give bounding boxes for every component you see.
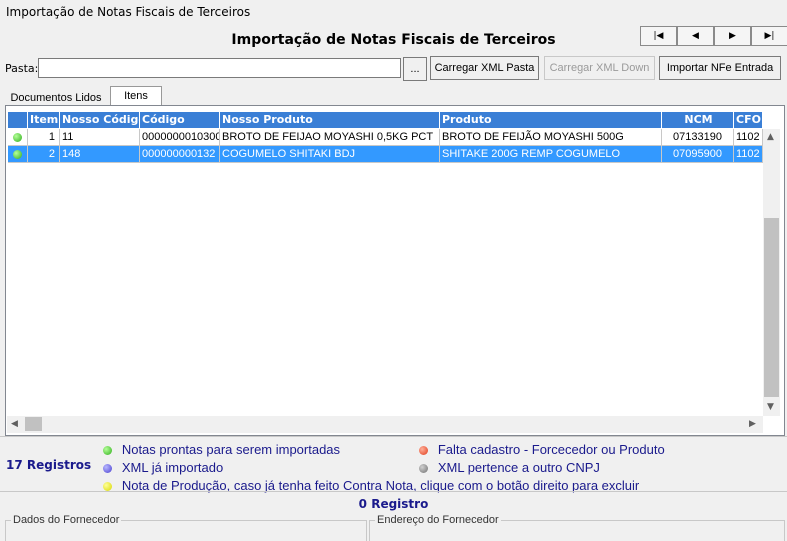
- header-status: [8, 112, 28, 128]
- legend-item: XML já importado: [103, 460, 223, 475]
- table-cell[interactable]: 07133190: [662, 129, 734, 146]
- legend-text: XML já importado: [121, 460, 224, 475]
- divider: [0, 436, 787, 437]
- scroll-right-icon[interactable]: ▶: [749, 417, 756, 431]
- green-dot-icon: [103, 446, 112, 455]
- row-status-cell: [8, 129, 28, 146]
- table-cell[interactable]: 148: [60, 146, 140, 163]
- legend-text: Falta cadastro - Forcecedor ou Produto: [437, 442, 665, 457]
- vertical-scroll-thumb[interactable]: [764, 218, 779, 397]
- table-cell[interactable]: 00000000103000: [140, 129, 220, 146]
- header-ncm[interactable]: NCM: [662, 112, 734, 128]
- header-codigo[interactable]: Código: [140, 112, 220, 128]
- table-cell[interactable]: 1102: [734, 129, 763, 146]
- row-status-cell: [8, 146, 28, 163]
- window-title: Importação de Notas Fiscais de Terceiros: [6, 5, 251, 19]
- legend-item: Notas prontas para serem importadas: [103, 442, 340, 457]
- status-green-icon: [13, 132, 22, 142]
- scroll-left-icon[interactable]: ◀: [11, 417, 18, 431]
- pasta-input[interactable]: [38, 58, 401, 78]
- table-cell[interactable]: 1: [28, 129, 60, 146]
- table-cell[interactable]: COGUMELO SHITAKI BDJ: [220, 146, 440, 163]
- horizontal-scroll-thumb[interactable]: [25, 417, 42, 431]
- header-produto[interactable]: Produto: [440, 112, 662, 128]
- legend-item: Falta cadastro - Forcecedor ou Produto: [419, 442, 665, 457]
- red-dot-icon: [419, 446, 428, 455]
- last-record-button[interactable]: ▶|: [751, 26, 787, 46]
- table-cell[interactable]: 07095900: [662, 146, 734, 163]
- browse-folder-button[interactable]: ...: [403, 57, 427, 81]
- table-cell[interactable]: 1102: [734, 146, 763, 163]
- table-cell[interactable]: 2: [28, 146, 60, 163]
- legend-item: XML pertence a outro CNPJ: [419, 460, 600, 475]
- tab-itens[interactable]: Itens: [110, 86, 162, 107]
- next-record-button[interactable]: ▶: [714, 26, 751, 46]
- registro-count: 0 Registro: [358, 497, 429, 511]
- table-cell[interactable]: BROTO DE FEIJAO MOYASHI 0,5KG PCT: [220, 129, 440, 146]
- header-cfop[interactable]: CFOP: [734, 112, 763, 128]
- blue-dot-icon: [103, 464, 112, 473]
- header-nosso-codigo[interactable]: Nosso Código: [60, 112, 140, 128]
- yellow-dot-icon: [103, 482, 112, 491]
- fornecedor-group-label: Dados do Fornecedor: [11, 514, 122, 526]
- status-green-icon: [13, 149, 22, 159]
- importar-nfe-entrada-button[interactable]: Importar NFe Entrada: [659, 56, 781, 80]
- legend-text: Notas prontas para serem importadas: [121, 442, 341, 457]
- table-cell[interactable]: 000000000132: [140, 146, 220, 163]
- horizontal-scrollbar[interactable]: [7, 416, 763, 433]
- header-item[interactable]: Item: [28, 112, 60, 128]
- first-record-button[interactable]: |◀: [640, 26, 677, 46]
- registros-count: 17 Registros: [6, 458, 92, 472]
- scroll-up-icon[interactable]: ▲: [767, 130, 774, 144]
- divider: [0, 491, 787, 492]
- endereco-group-label: Endereço do Fornecedor: [375, 514, 501, 526]
- table-cell[interactable]: SHITAKE 200G REMP COGUMELO: [440, 146, 662, 163]
- gray-dot-icon: [419, 464, 428, 473]
- header-nosso-produto[interactable]: Nosso Produto: [220, 112, 440, 128]
- pasta-label: Pasta:: [5, 62, 39, 75]
- table-cell[interactable]: 11: [60, 129, 140, 146]
- prev-record-button[interactable]: ◀: [677, 26, 714, 46]
- legend-text: XML pertence a outro CNPJ: [437, 460, 600, 475]
- carregar-xml-pasta-button[interactable]: Carregar XML Pasta: [430, 56, 539, 80]
- carregar-xml-down-button: Carregar XML Down: [544, 56, 655, 80]
- scroll-down-icon[interactable]: ▼: [767, 400, 774, 414]
- table-cell[interactable]: BROTO DE FEIJÃO MOYASHI 500G: [440, 129, 662, 146]
